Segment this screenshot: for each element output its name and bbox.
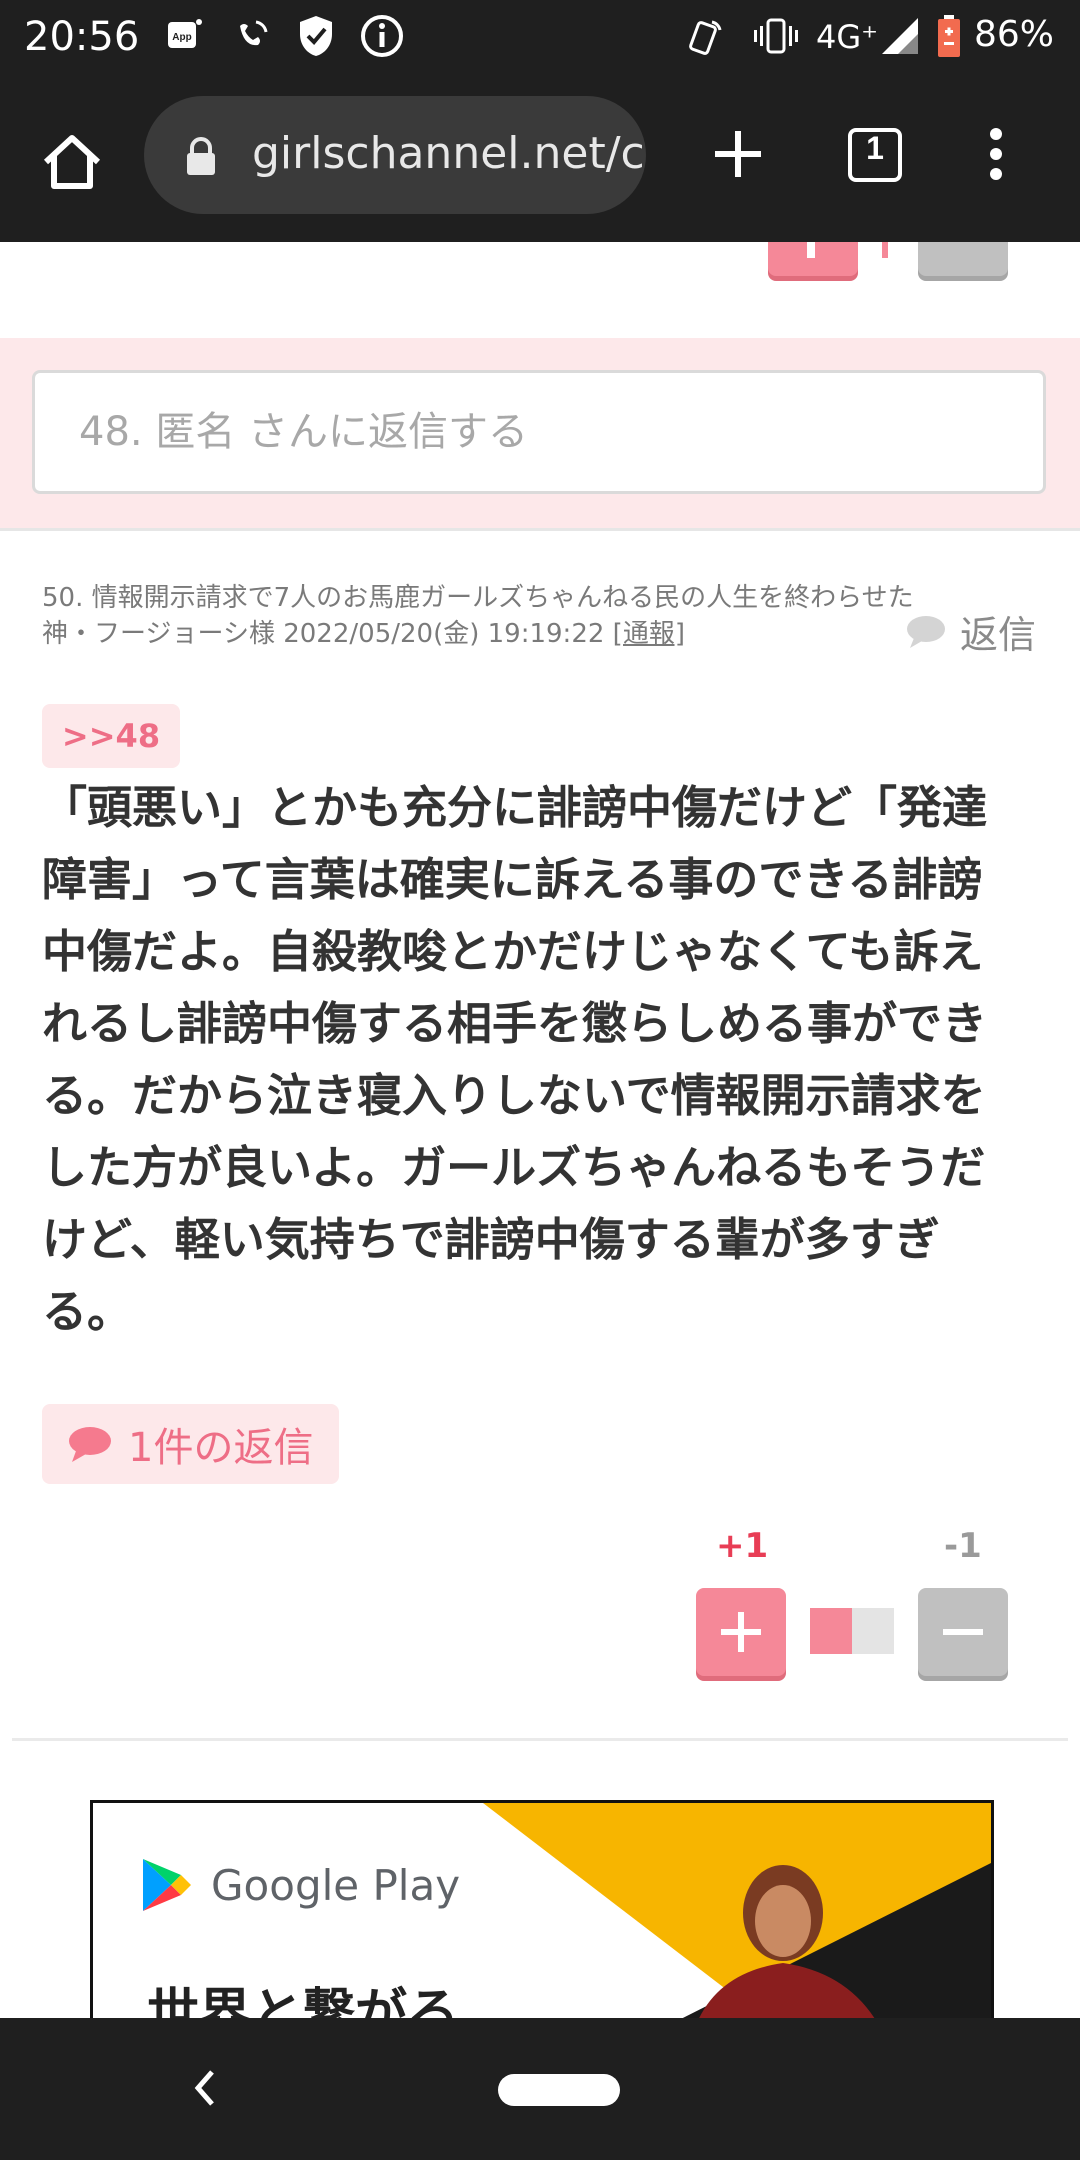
- status-time: 20:56: [24, 14, 140, 60]
- status-bar: 20:56 App 4G⁺ 86%: [0, 0, 1080, 78]
- tab-count: 1: [866, 130, 884, 166]
- battery-icon: [934, 12, 964, 60]
- back-icon: [194, 2070, 214, 2106]
- previous-plus-button[interactable]: [768, 242, 858, 276]
- ad-brand: Google Play: [211, 1860, 461, 1910]
- url-text: girlschannel.net/c: [252, 128, 645, 179]
- tab-switcher-button[interactable]: 1: [838, 118, 910, 190]
- previous-minus-button[interactable]: [918, 242, 1008, 276]
- comment-number-title: 50. 情報開示請求で7人のお馬鹿ガールズちゃんねる民の人生を終わらせた: [42, 583, 914, 613]
- navigation-bar: [0, 2018, 1080, 2160]
- browser-toolbar: girlschannel.net/c 1: [0, 78, 1080, 245]
- new-tab-button[interactable]: [702, 118, 774, 190]
- comment-header: 50. 情報開示請求で7人のお馬鹿ガールズちゃんねる民の人生を終わらせた 神・フ…: [42, 580, 1042, 652]
- back-button[interactable]: [186, 2066, 222, 2114]
- minus-icon: [943, 1629, 983, 1635]
- view-replies-button[interactable]: 1件の返信: [42, 1404, 340, 1484]
- play-store-icon: [143, 1859, 191, 1911]
- plus-vote-count: +1: [716, 1526, 769, 1566]
- menu-icon: [990, 128, 1002, 180]
- page-content: 48. 匿名 さんに返信する 50. 情報開示請求で7人のお馬鹿ガールズちゃんね…: [0, 242, 1080, 2018]
- comment-author-date: 神・フージョーシ様 2022/05/20(金) 19:19:22: [42, 619, 613, 649]
- previous-ratio-bar: [882, 242, 888, 258]
- reply-label: 返信: [959, 613, 1036, 657]
- menu-button[interactable]: [960, 118, 1032, 190]
- home-button[interactable]: [36, 126, 108, 198]
- vote-ratio-fill: [810, 1608, 852, 1654]
- vibrate-icon: [752, 12, 800, 60]
- home-icon: [43, 135, 101, 189]
- reply-link[interactable]: 返信: [906, 604, 1036, 659]
- minus-vote-button[interactable]: [918, 1588, 1008, 1676]
- svg-text:App: App: [172, 32, 191, 43]
- address-bar[interactable]: girlschannel.net/c: [144, 96, 646, 214]
- new-tab-icon: [715, 131, 761, 177]
- plus-icon: [721, 1612, 761, 1652]
- shield-check-icon: [294, 12, 338, 60]
- google-play-logo: Google Play: [141, 1857, 460, 1913]
- plus-icon: [807, 242, 815, 258]
- vote-ratio-bar: [810, 1608, 894, 1654]
- replies-count-label: 1件の返信: [128, 1425, 314, 1471]
- comment-body: 「頭悪い」とかも充分に誹謗中傷だけど「発達障害」って言葉は確実に訴える事のできる…: [42, 781, 988, 1338]
- advertisement[interactable]: Google Play 世界と繋がる: [90, 1800, 994, 2018]
- battery-percent: 86%: [974, 14, 1055, 55]
- divider: [12, 1738, 1068, 1741]
- speech-bubble-icon: [906, 615, 945, 648]
- nfc-icon: [684, 12, 728, 60]
- wifi-calling-icon: [230, 12, 274, 60]
- reply-section: 48. 匿名 さんに返信する: [0, 338, 1080, 531]
- app-icon: App: [162, 12, 206, 60]
- minus-vote-count: -1: [944, 1526, 982, 1566]
- report-link[interactable]: [通報]: [613, 619, 685, 649]
- ad-headline: 世界と繋がる: [147, 1984, 460, 2018]
- plus-vote-button[interactable]: [696, 1588, 786, 1676]
- tabs-icon: 1: [848, 128, 902, 182]
- reply-input[interactable]: 48. 匿名 さんに返信する: [32, 370, 1046, 494]
- network-type: 4G⁺: [816, 18, 879, 56]
- home-gesture-pill[interactable]: [498, 2074, 620, 2106]
- lock-icon: [184, 136, 218, 180]
- speech-bubble-icon: [69, 1427, 111, 1462]
- signal-icon: [878, 12, 922, 60]
- info-icon: [358, 12, 406, 60]
- anchor-link[interactable]: >>48: [42, 704, 180, 768]
